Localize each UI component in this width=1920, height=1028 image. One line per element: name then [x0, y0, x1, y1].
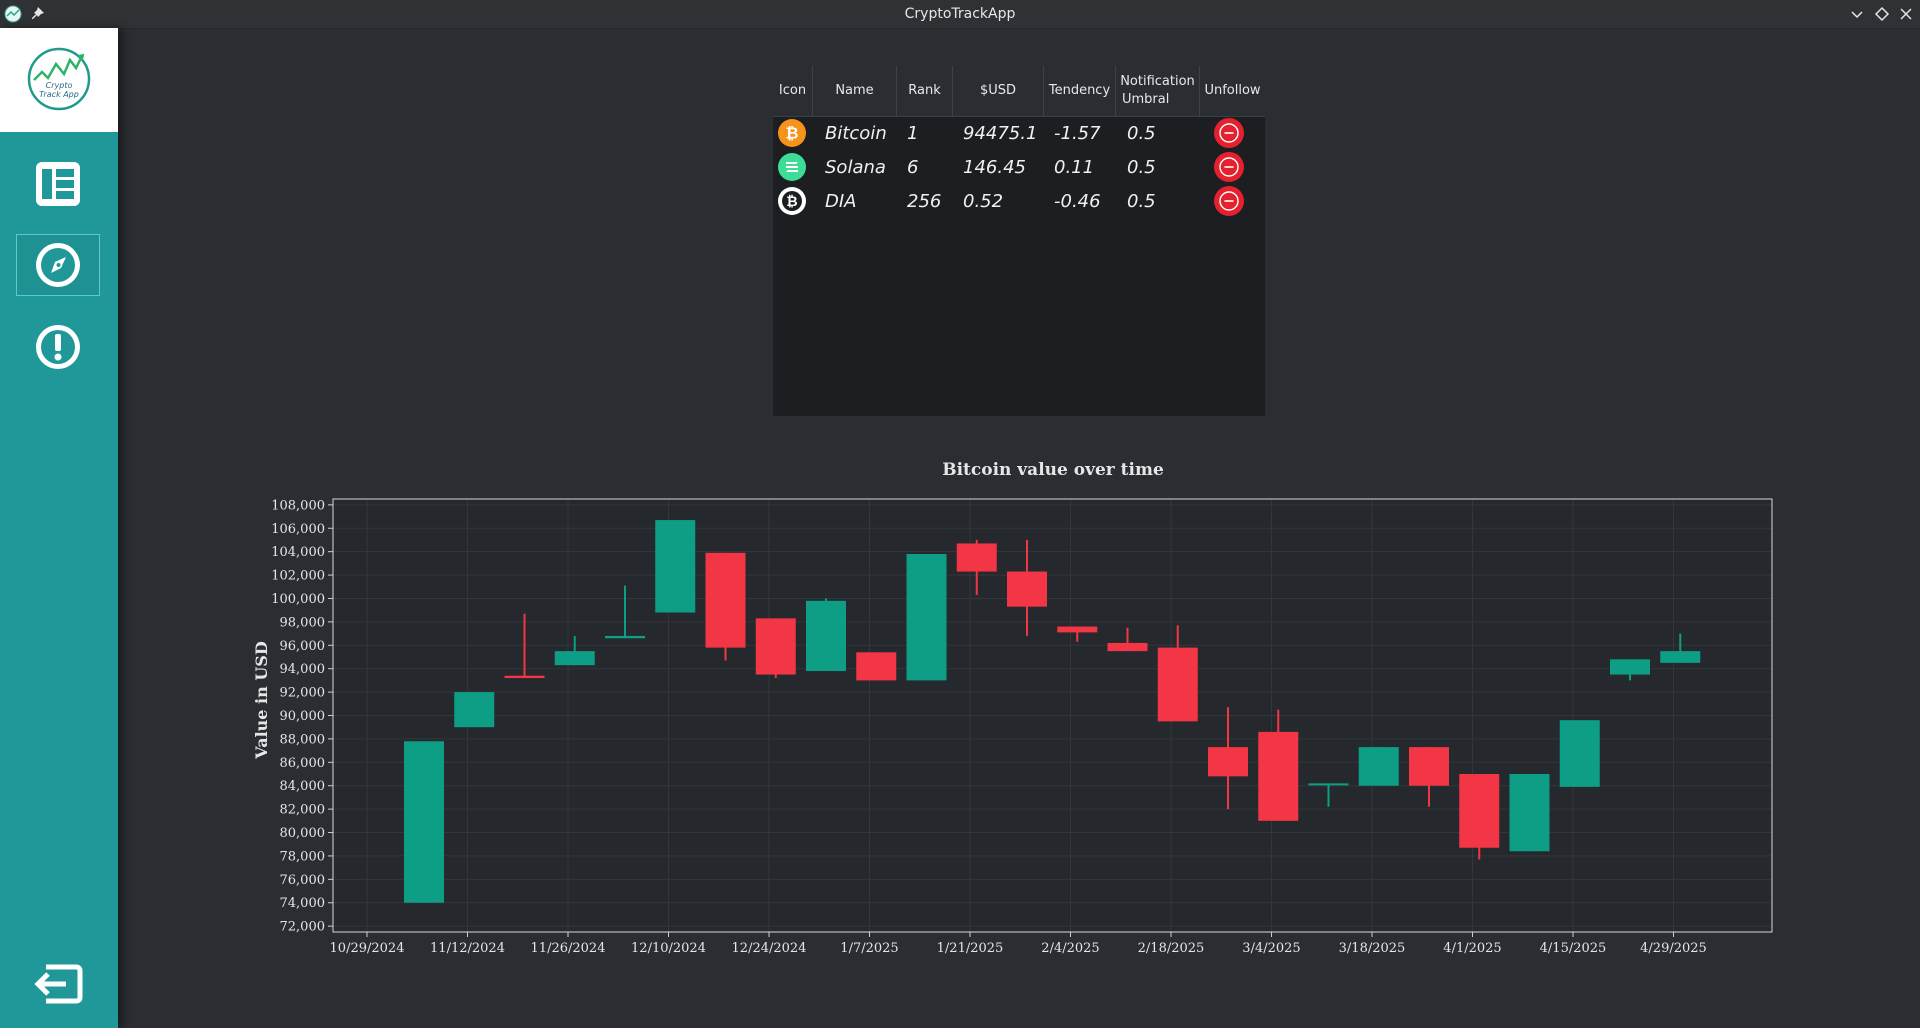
- bitcoin-candlestick-chart: 72,000 74,000 76,000 78,000 80,000 82,000 84,0…: [252, 498, 1773, 956]
- y-tick-label: 76,000: [280, 873, 326, 888]
- x-tick-label: 1/21/2025: [937, 941, 1004, 956]
- y-tick-label: 82,000: [280, 803, 326, 818]
- candle-body[interactable]: [1208, 747, 1248, 777]
- candle-body[interactable]: [956, 543, 997, 572]
- candle-body[interactable]: [454, 692, 495, 728]
- y-tick-label: 98,000: [280, 615, 326, 630]
- x-tick-label: 3/4/2025: [1242, 941, 1300, 956]
- y-tick-label: 96,000: [280, 639, 326, 654]
- x-tick-label: 12/24/2024: [732, 941, 807, 956]
- candle-body[interactable]: [806, 600, 846, 672]
- candle-body[interactable]: [755, 618, 796, 675]
- candle-body[interactable]: [1409, 747, 1449, 786]
- y-tick-label: 92,000: [280, 686, 326, 701]
- y-tick-label: 88,000: [280, 732, 326, 747]
- x-tick-label: 3/18/2025: [1339, 941, 1406, 956]
- y-tick-label: 108,000: [271, 498, 325, 513]
- candle-body[interactable]: [1509, 774, 1550, 852]
- x-tick-label: 11/26/2024: [531, 941, 606, 956]
- y-tick-label: 106,000: [271, 522, 325, 537]
- candle-body[interactable]: [504, 675, 545, 679]
- candle-body[interactable]: [1660, 651, 1701, 663]
- y-tick-label: 80,000: [280, 826, 326, 841]
- x-tick-label: 2/18/2025: [1138, 941, 1205, 956]
- candle-body[interactable]: [1107, 642, 1148, 652]
- candle-body[interactable]: [906, 554, 947, 681]
- x-tick-label: 4/29/2025: [1640, 941, 1707, 956]
- x-tick-label: 2/4/2025: [1041, 941, 1099, 956]
- x-tick-label: 1/7/2025: [840, 941, 898, 956]
- x-tick-label: 10/29/2024: [330, 941, 405, 956]
- candle-body[interactable]: [1007, 571, 1047, 607]
- y-tick-label: 74,000: [280, 896, 326, 911]
- y-tick-label: 94,000: [280, 662, 326, 677]
- y-tick-label: 100,000: [271, 592, 325, 607]
- candle-body[interactable]: [1358, 747, 1399, 786]
- candle-body[interactable]: [1258, 731, 1299, 821]
- candle-body[interactable]: [705, 552, 746, 648]
- candle-body[interactable]: [1459, 774, 1500, 848]
- y-tick-label: 78,000: [280, 849, 326, 864]
- y-tick-label: 84,000: [280, 779, 326, 794]
- candle-body[interactable]: [1559, 720, 1600, 787]
- candle-body[interactable]: [856, 652, 897, 681]
- candle-body[interactable]: [605, 635, 645, 639]
- candle-body[interactable]: [404, 741, 444, 903]
- x-tick-label: 4/1/2025: [1443, 941, 1501, 956]
- y-tick-label: 104,000: [271, 545, 325, 560]
- candle-body[interactable]: [1308, 783, 1349, 786]
- x-tick-label: 12/10/2024: [631, 941, 706, 956]
- y-tick-label: 90,000: [280, 709, 326, 724]
- x-tick-label: 11/12/2024: [430, 941, 505, 956]
- candle-body[interactable]: [1157, 647, 1198, 722]
- y-axis-label: Value in USD: [252, 641, 271, 760]
- y-tick-label: 72,000: [280, 920, 326, 935]
- candle-body[interactable]: [554, 651, 595, 666]
- candle-body[interactable]: [655, 520, 696, 613]
- y-tick-label: 102,000: [271, 569, 325, 584]
- y-tick-label: 86,000: [280, 756, 326, 771]
- x-tick-label: 4/15/2025: [1540, 941, 1607, 956]
- candle-body[interactable]: [1057, 626, 1098, 633]
- candle-body[interactable]: [1610, 659, 1650, 675]
